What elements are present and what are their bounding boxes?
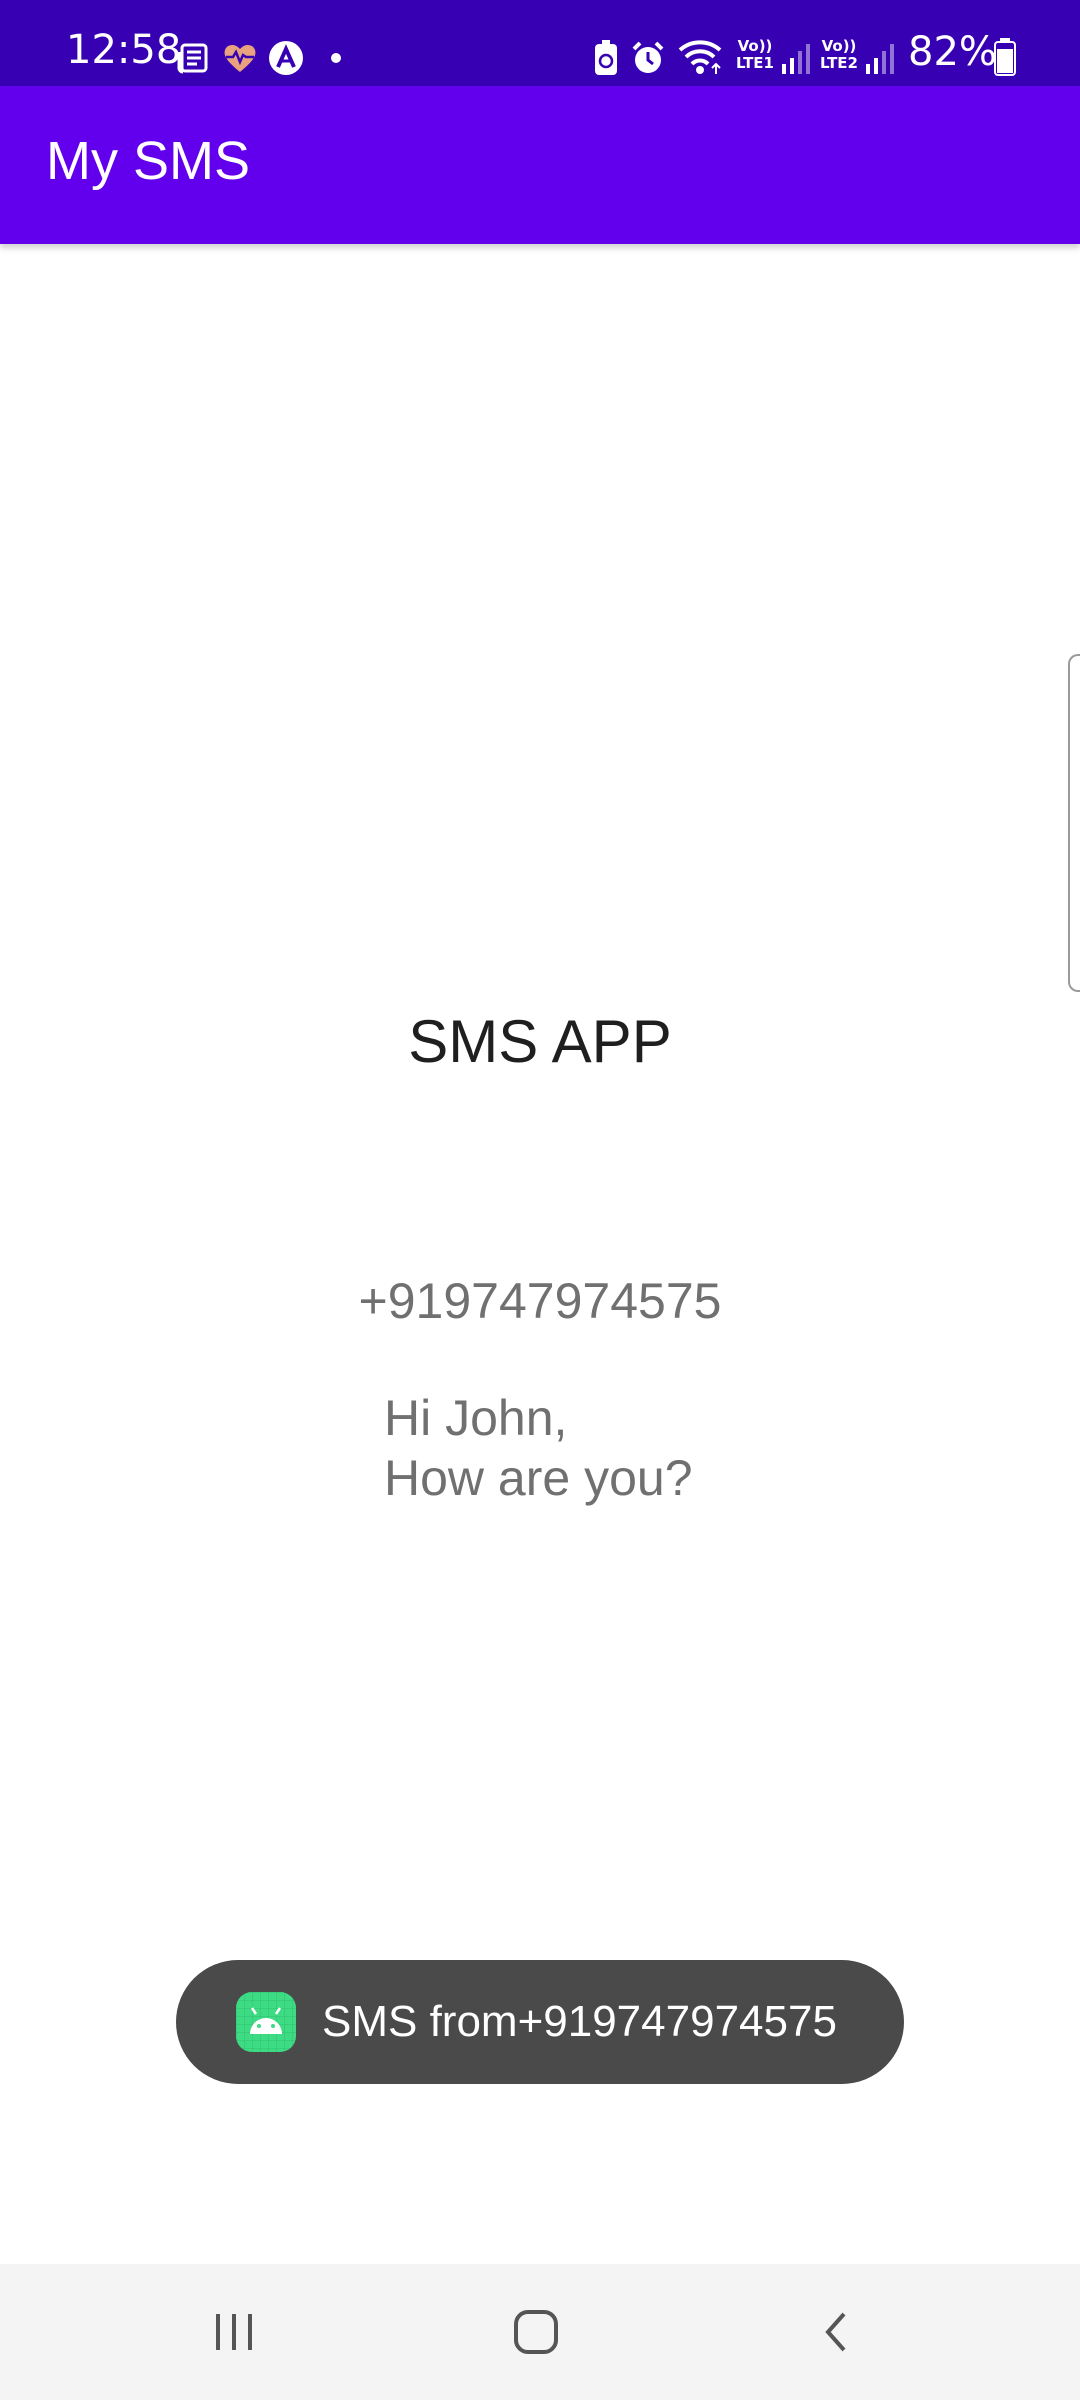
wifi-icon — [678, 40, 722, 74]
signal-icon — [782, 44, 810, 74]
battery-icon — [994, 38, 1016, 76]
alarm-icon — [632, 41, 664, 73]
app-bar: My SMS — [0, 86, 1080, 244]
page-title: SMS APP — [408, 1008, 672, 1075]
android-icon — [236, 1992, 296, 2052]
back-icon[interactable] — [798, 2292, 878, 2372]
message-line: How are you? — [384, 1450, 693, 1506]
home-icon[interactable] — [496, 2292, 576, 2372]
message-line: Hi John, — [384, 1390, 568, 1446]
message-text: Hi John, How are you? — [384, 1388, 693, 1508]
dot-icon — [331, 53, 341, 63]
navigation-bar — [0, 2264, 1080, 2400]
signal-icon — [866, 44, 894, 74]
volte-lte1-icon: Vo)) LTE1 — [736, 37, 774, 72]
volte-lte2-icon: Vo)) LTE2 — [820, 37, 858, 72]
edge-panel-handle[interactable] — [1068, 654, 1080, 992]
app-title: My SMS — [46, 131, 251, 191]
status-bar: 12:58 Vo)) LTE1 Vo)) LTE2 82% — [0, 0, 1080, 86]
autocorrect-icon — [269, 41, 303, 75]
recents-icon[interactable] — [194, 2292, 274, 2372]
phone-number-text: +919747974575 — [358, 1273, 722, 1329]
news-icon — [177, 43, 208, 74]
battery-percent: 82% — [908, 29, 997, 75]
health-icon — [224, 44, 256, 72]
toast-message: SMS from+919747974575 — [322, 1997, 837, 2046]
status-time: 12:58 — [66, 27, 182, 73]
toast: SMS from+919747974575 — [176, 1960, 904, 2084]
battery-saver-icon — [595, 40, 617, 75]
screen: 12:58 Vo)) LTE1 Vo)) LTE2 82% My SMS SMS… — [0, 0, 1080, 2400]
